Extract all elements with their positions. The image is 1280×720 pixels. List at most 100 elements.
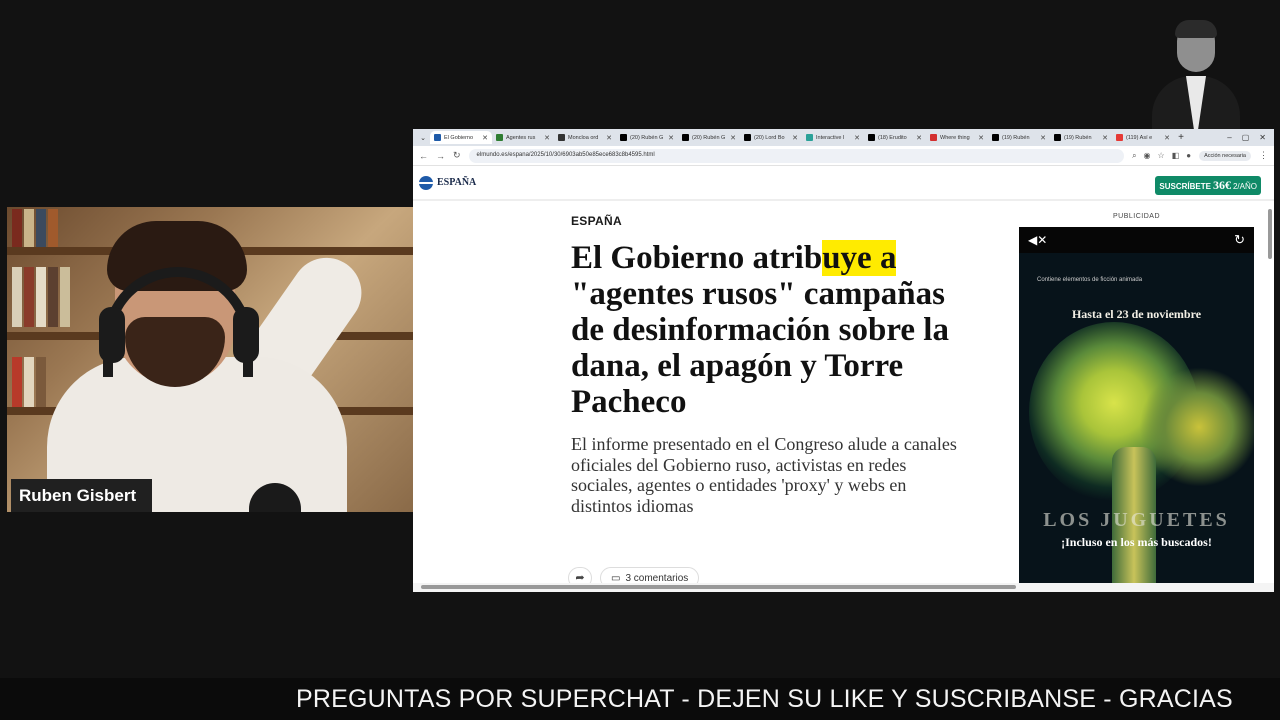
horizontal-scrollbar[interactable] bbox=[421, 585, 1016, 589]
books bbox=[12, 267, 70, 327]
browser-tab[interactable]: (18) Erudito ✕ bbox=[864, 131, 926, 144]
tab-title: (19) Rubén bbox=[1002, 134, 1030, 141]
tab-title: Moncloa ord bbox=[568, 134, 599, 141]
tab-title: (20) Rubén G bbox=[630, 134, 664, 141]
books bbox=[12, 209, 58, 247]
action-needed-button[interactable]: Acción necesaria bbox=[1199, 150, 1251, 161]
subscribe-label: SUSCRÍBETE bbox=[1159, 182, 1211, 191]
tab-favicon-icon bbox=[682, 134, 689, 141]
tab-favicon-icon bbox=[992, 134, 999, 141]
headphone-ear bbox=[99, 307, 125, 363]
browser-tab[interactable]: (19) Rubén ✕ bbox=[1050, 131, 1112, 144]
books bbox=[12, 357, 46, 407]
section-name[interactable]: ESPAÑA bbox=[437, 177, 476, 188]
site-header: ESPAÑA SUSCRÍBETE 36€ 2/AÑO bbox=[413, 166, 1274, 201]
tab-close-icon[interactable]: ✕ bbox=[854, 134, 860, 142]
tab-close-icon[interactable]: ✕ bbox=[482, 134, 488, 142]
tab-favicon-icon bbox=[806, 134, 813, 141]
browser-tab[interactable]: (20) Rubén G ✕ bbox=[616, 131, 678, 144]
ad-brand: LOS JUGUETES bbox=[1043, 509, 1230, 531]
tab-title: El Gobierno bbox=[444, 134, 474, 141]
tab-close-icon[interactable]: ✕ bbox=[544, 134, 550, 142]
zoom-icon[interactable]: ⌕ bbox=[1132, 151, 1136, 161]
tab-strip: ⌄ El Gobierno ✕ Agentes rus ✕ Moncloa ord ✕ (2… bbox=[413, 129, 1274, 146]
article: ESPAÑA El Gobierno atribuye a "agentes r… bbox=[571, 214, 971, 516]
browser-tab[interactable]: (20) Lord Bo ✕ bbox=[740, 131, 802, 144]
ad-disclaimer: Contiene elementos de ficción animada bbox=[1037, 277, 1143, 283]
profile-icon[interactable]: ● bbox=[1186, 151, 1191, 161]
headline-highlight: uye a bbox=[822, 240, 897, 276]
tab-favicon-icon bbox=[496, 134, 503, 141]
reload-icon[interactable]: ↻ bbox=[453, 150, 461, 161]
tab-favicon-icon bbox=[1054, 134, 1061, 141]
tab-close-icon[interactable]: ✕ bbox=[916, 134, 922, 142]
tab-title: (20) Lord Bo bbox=[754, 134, 785, 141]
comments-count: 3 comentarios bbox=[625, 572, 689, 584]
headline-part: "agentes rusos" campañas de desinformaci… bbox=[571, 276, 949, 420]
tab-close-icon[interactable]: ✕ bbox=[978, 134, 984, 142]
address-bar-row: ← → ↻ elmundo.es/espana/2025/10/30/6903a… bbox=[413, 146, 1274, 166]
url-field[interactable]: elmundo.es/espana/2025/10/30/6903ab50e85… bbox=[468, 148, 1125, 163]
tab-favicon-icon bbox=[434, 134, 441, 141]
subscribe-price: 36€ bbox=[1212, 178, 1231, 192]
browser-tab[interactable]: Where thing ✕ bbox=[926, 131, 988, 144]
article-kicker[interactable]: ESPAÑA bbox=[571, 214, 971, 228]
tab-close-icon[interactable]: ✕ bbox=[1164, 134, 1170, 142]
browser-tab[interactable]: Moncloa ord ✕ bbox=[554, 131, 616, 144]
tab-title: (18) Erudito bbox=[878, 134, 907, 141]
maximize-icon[interactable]: ▢ bbox=[1242, 133, 1250, 142]
menu-kebab-icon[interactable]: ⋮ bbox=[1259, 150, 1268, 161]
tab-close-icon[interactable]: ✕ bbox=[730, 134, 736, 142]
browser-tab[interactable]: (19) Rubén ✕ bbox=[988, 131, 1050, 144]
browser-tab[interactable]: El Gobierno ✕ bbox=[430, 131, 492, 144]
tab-title: (19) Rubén bbox=[1064, 134, 1092, 141]
browser-window: ⌄ El Gobierno ✕ Agentes rus ✕ Moncloa ord ✕ (2… bbox=[413, 129, 1274, 592]
close-window-icon[interactable]: ✕ bbox=[1259, 133, 1266, 142]
headphone-ear bbox=[233, 307, 259, 363]
article-headline: El Gobierno atribuye a "agentes rusos" c… bbox=[571, 240, 951, 420]
tab-favicon-icon bbox=[558, 134, 565, 141]
back-icon[interactable]: ← bbox=[419, 151, 428, 161]
tab-favicon-icon bbox=[1116, 134, 1123, 141]
tab-title: Where thing bbox=[940, 134, 970, 141]
browser-tab[interactable]: (20) Rubén G ✕ bbox=[678, 131, 740, 144]
subscribe-period: 2/AÑO bbox=[1232, 182, 1257, 191]
tab-title: Interactive I bbox=[816, 134, 845, 141]
tab-search-icon[interactable]: ⌄ bbox=[416, 134, 430, 142]
address-bar-icons: ⌕ ◉ ☆ ◧ ● bbox=[1132, 151, 1191, 161]
minimize-icon[interactable]: – bbox=[1227, 133, 1231, 142]
video-ad[interactable]: ◀✕ ↻ Contiene elementos de ficción anima… bbox=[1019, 227, 1254, 584]
replay-icon[interactable]: ↻ bbox=[1234, 232, 1245, 248]
ad-controls: ◀✕ ↻ bbox=[1019, 227, 1254, 253]
tab-title: (20) Rubén G bbox=[692, 134, 726, 141]
vertical-scrollbar[interactable] bbox=[1268, 209, 1272, 259]
ad-date: Hasta el 23 de noviembre bbox=[1071, 307, 1202, 321]
site-globe-icon[interactable] bbox=[419, 175, 433, 190]
tab-favicon-icon bbox=[868, 134, 875, 141]
forward-icon[interactable]: → bbox=[436, 151, 445, 161]
presenter-name-tag: Ruben Gisbert bbox=[11, 479, 152, 512]
tab-close-icon[interactable]: ✕ bbox=[606, 134, 612, 142]
cast-icon[interactable]: ◉ bbox=[1144, 151, 1151, 161]
tab-close-icon[interactable]: ✕ bbox=[1102, 134, 1108, 142]
tab-close-icon[interactable]: ✕ bbox=[1040, 134, 1046, 142]
comment-icon: ▭ bbox=[611, 572, 621, 584]
tab-list: El Gobierno ✕ Agentes rus ✕ Moncloa ord ✕ (20)… bbox=[430, 131, 1174, 144]
mute-icon[interactable]: ◀✕ bbox=[1028, 233, 1047, 247]
article-standfirst: El informe presentado en el Congreso alu… bbox=[571, 434, 957, 516]
extensions-icon[interactable]: ◧ bbox=[1172, 151, 1180, 161]
browser-tab[interactable]: Interactive I ✕ bbox=[802, 131, 864, 144]
new-tab-icon[interactable]: + bbox=[1174, 132, 1188, 143]
ad-label: PUBLICIDAD bbox=[1113, 213, 1161, 220]
ticker-text: PREGUNTAS POR SUPERCHAT - DEJEN SU LIKE … bbox=[296, 685, 1233, 713]
tab-title: Agentes rus bbox=[506, 134, 536, 141]
subscribe-button[interactable]: SUSCRÍBETE 36€ 2/AÑO bbox=[1155, 176, 1261, 195]
browser-tab[interactable]: (119) Así e ✕ bbox=[1112, 131, 1174, 144]
tab-close-icon[interactable]: ✕ bbox=[792, 134, 798, 142]
tab-favicon-icon bbox=[620, 134, 627, 141]
tab-favicon-icon bbox=[930, 134, 937, 141]
browser-tab[interactable]: Agentes rus ✕ bbox=[492, 131, 554, 144]
headline-part: El Gobierno atrib bbox=[571, 240, 823, 276]
tab-close-icon[interactable]: ✕ bbox=[668, 134, 674, 142]
bookmark-star-icon[interactable]: ☆ bbox=[1158, 151, 1165, 161]
